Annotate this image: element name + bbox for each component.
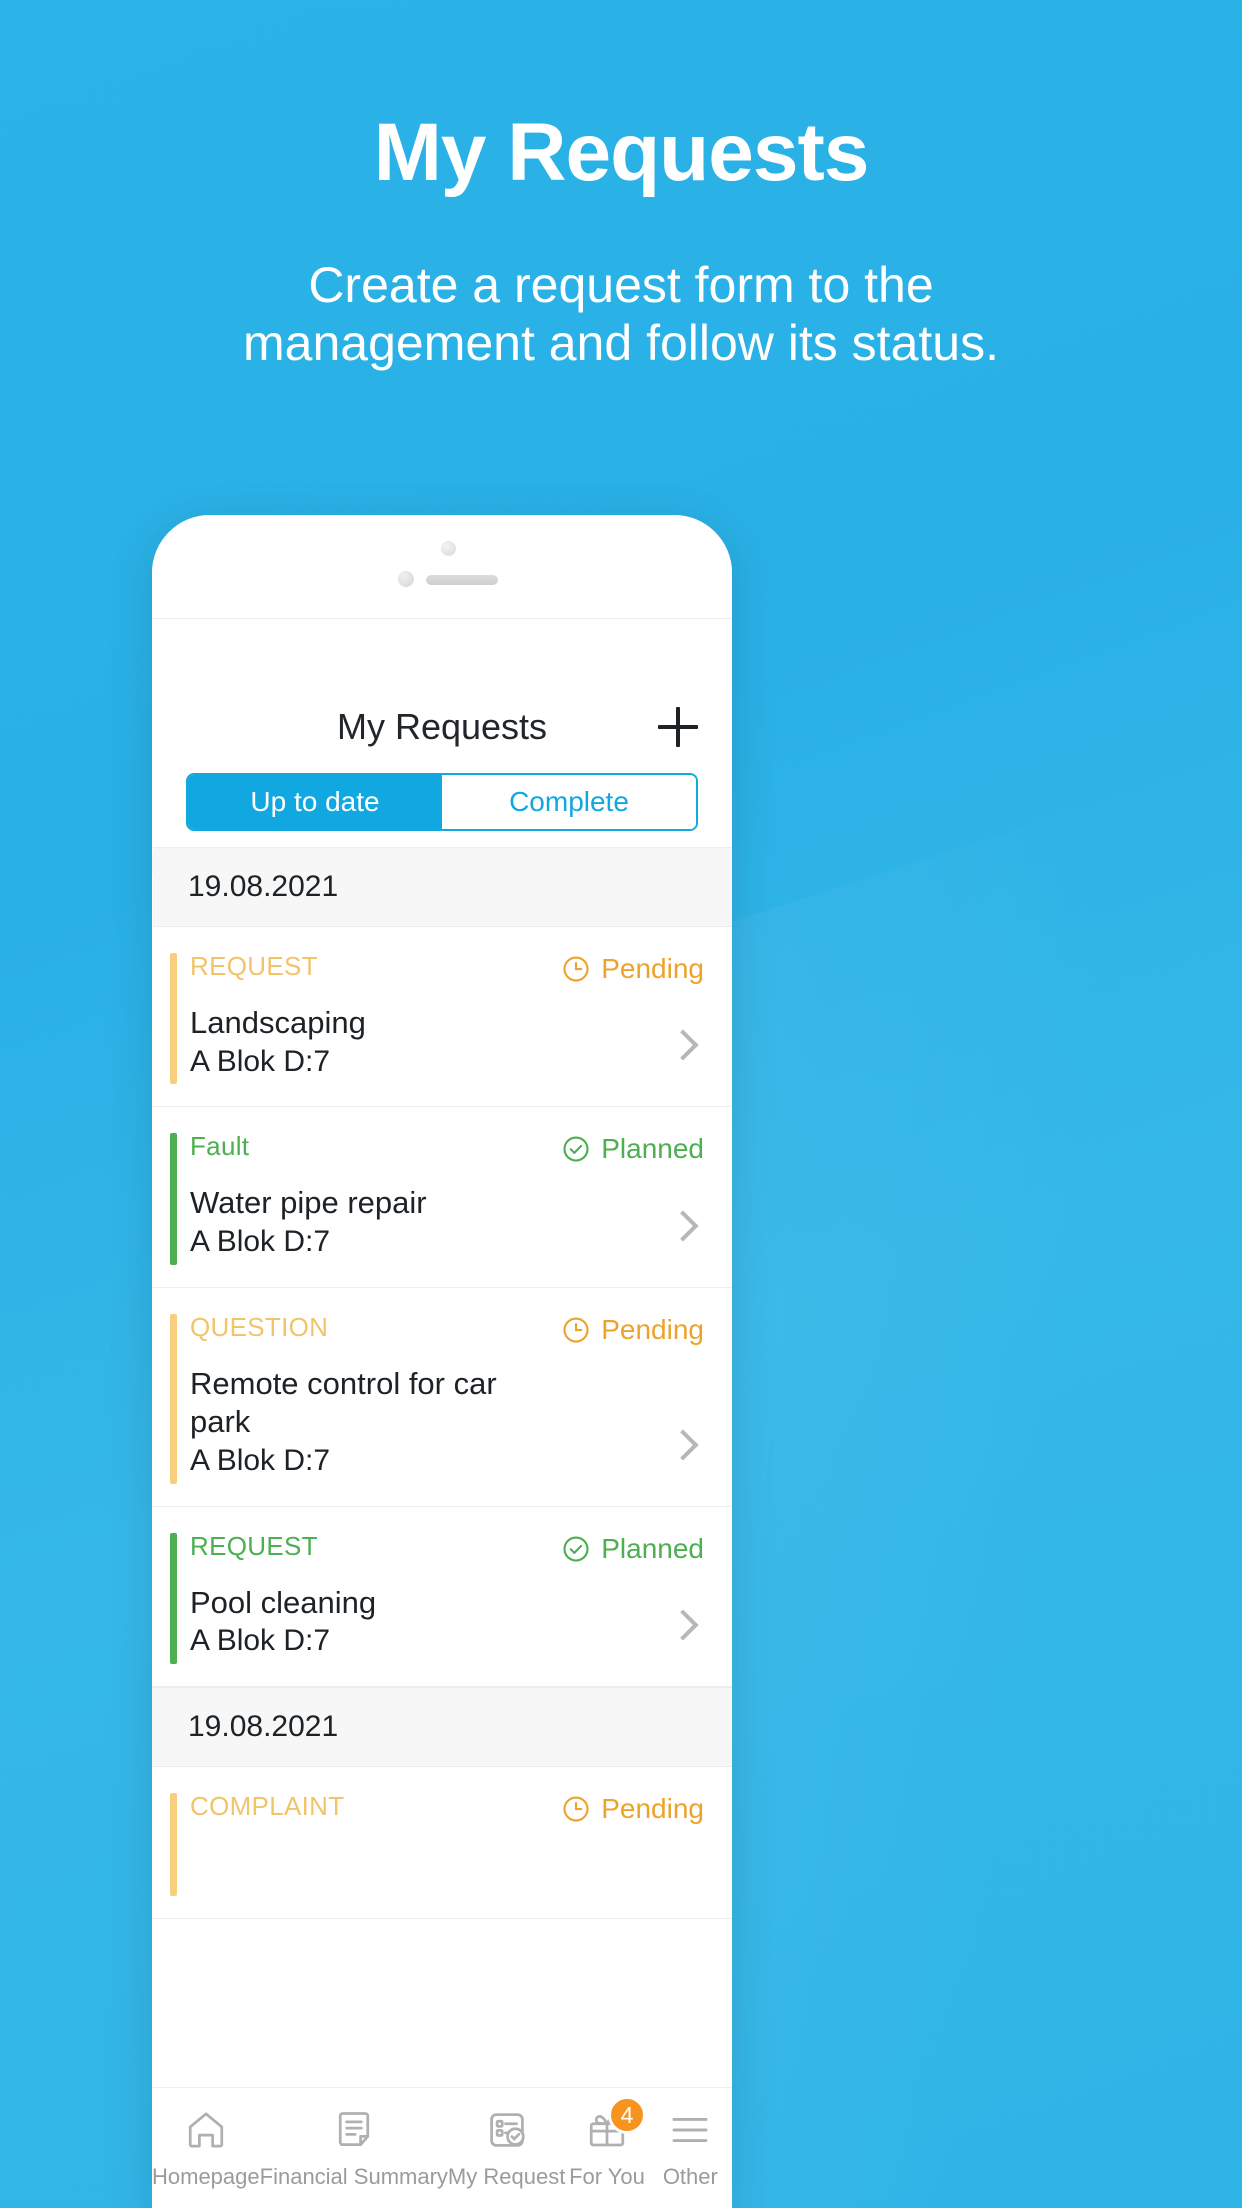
clock-icon (561, 954, 591, 984)
request-title: Landscaping (190, 1005, 366, 1040)
segmented-control: Up to date Complete (186, 773, 698, 831)
page-subtitle: Create a request form to the management … (243, 257, 999, 372)
status-label: Planned (601, 1532, 704, 1564)
earpiece-speaker (426, 575, 498, 585)
chevron-right-icon[interactable] (667, 1609, 699, 1641)
clock-icon (561, 1794, 591, 1824)
request-title: Water pipe repair (190, 1185, 427, 1221)
request-type: Fault (190, 1131, 250, 1162)
bottom-navigation: Homepage Financial Summary My Request 4 … (152, 2087, 732, 2208)
request-title: Remote control for car park (190, 1365, 497, 1440)
nav-label: For You (569, 2164, 645, 2189)
tab-up-to-date[interactable]: Up to date (188, 775, 442, 829)
table-row[interactable]: QUESTION Remote control for car park A B… (152, 1288, 732, 1507)
date-group-header: 19.08.2021 (152, 1686, 732, 1767)
status-badge: Planned (561, 1533, 704, 1565)
table-row[interactable]: Fault Water pipe repair A Blok D:7 Plann… (152, 1107, 732, 1288)
request-location: A Blok D:7 (190, 1044, 331, 1078)
nav-label: My Request (447, 2164, 566, 2189)
notification-badge: 4 (607, 2096, 646, 2134)
status-badge: Pending (561, 953, 704, 985)
add-request-button[interactable] (658, 707, 698, 747)
table-row[interactable]: REQUEST Landscaping A Blok D:7 Pending (152, 927, 732, 1108)
nav-item-other[interactable]: Other (649, 2104, 732, 2190)
nav-label: Homepage (152, 2164, 260, 2189)
status-badge: Planned (561, 1133, 704, 1165)
table-row[interactable]: COMPLAINT Pending (152, 1767, 732, 1919)
request-type: REQUEST (190, 951, 318, 981)
request-location: A Blok D:7 (190, 1225, 331, 1258)
page-title: My Requests (373, 107, 870, 198)
clock-icon (561, 1315, 591, 1345)
chevron-right-icon[interactable] (667, 1029, 699, 1061)
app-header: My Requests (152, 681, 732, 773)
phone-top-bezel (152, 515, 732, 619)
nav-item-for-you[interactable]: 4 For You (565, 2096, 648, 2190)
check-circle-icon (561, 1134, 591, 1164)
tabs-container: Up to date Complete (152, 773, 732, 847)
request-type: QUESTION (190, 1311, 329, 1342)
row-accent-bar (170, 1792, 177, 1896)
date-group-header: 19.08.2021 (152, 847, 732, 927)
status-label: Pending (601, 953, 704, 984)
menu-icon (661, 2104, 719, 2156)
proximity-sensor-icon (398, 571, 414, 587)
request-type: COMPLAINT (190, 1790, 345, 1821)
status-label: Planned (601, 1133, 704, 1165)
status-badge: Pending (561, 1793, 704, 1825)
hero-section: My Requests Create a request form to the… (0, 0, 1242, 372)
request-location: A Blok D:7 (190, 1624, 331, 1658)
app-title: My Requests (336, 706, 548, 747)
row-accent-bar (170, 1313, 177, 1484)
request-location: A Blok D:7 (190, 1444, 331, 1477)
nav-item-financial-summary[interactable]: Financial Summary (260, 2104, 448, 2190)
request-list: 19.08.2021 REQUEST Landscaping A Blok D:… (152, 847, 732, 1919)
phone-volume-up-button (152, 779, 153, 853)
request-title: Pool cleaning (190, 1584, 377, 1620)
chevron-right-icon[interactable] (667, 1209, 699, 1242)
row-accent-bar (170, 953, 177, 1085)
chevron-right-icon[interactable] (667, 1428, 699, 1461)
nav-item-my-request[interactable]: My Request (448, 2104, 565, 2190)
check-circle-icon (561, 1534, 591, 1564)
row-accent-bar (170, 1532, 177, 1664)
checklist-icon (478, 2104, 536, 2156)
phone-mockup: My Requests Up to date Complete 19.08.20… (152, 515, 732, 2208)
nav-label: Other (662, 2164, 718, 2189)
front-camera-icon (441, 541, 456, 556)
status-badge: Pending (561, 1314, 704, 1346)
nav-label: Financial Summary (259, 2164, 448, 2189)
tab-complete[interactable]: Complete (442, 775, 696, 829)
request-type: REQUEST (190, 1530, 318, 1561)
table-row[interactable]: REQUEST Pool cleaning A Blok D:7 Planned (152, 1507, 732, 1687)
nav-item-homepage[interactable]: Homepage (152, 2104, 260, 2190)
document-icon (325, 2104, 383, 2156)
row-accent-bar (170, 1133, 177, 1265)
status-label: Pending (601, 1313, 704, 1345)
home-icon (177, 2104, 235, 2156)
status-label: Pending (601, 1792, 704, 1824)
gift-icon: 4 (578, 2096, 646, 2156)
